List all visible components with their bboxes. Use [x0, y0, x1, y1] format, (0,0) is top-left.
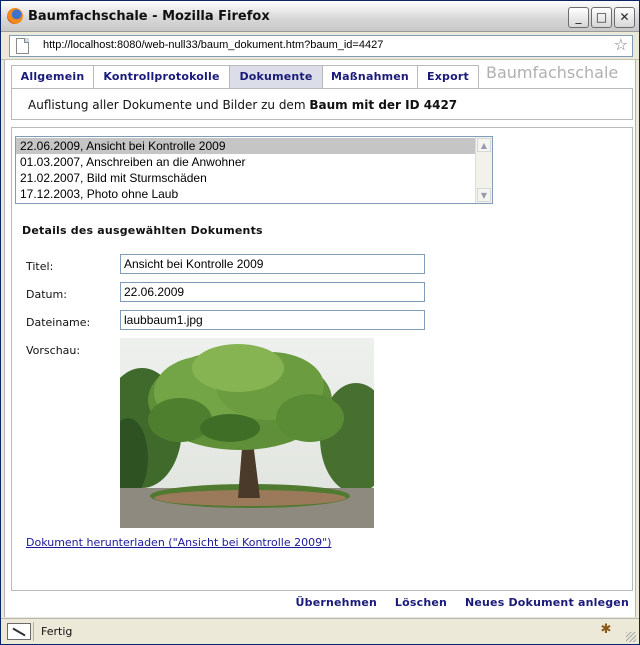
url-text[interactable]: http://localhost:8080/web-null33/baum_do…	[43, 39, 383, 51]
tab-allgemein[interactable]: Allgemein	[11, 65, 94, 88]
maximize-button[interactable]: □	[591, 7, 612, 28]
info-prefix: Auflistung aller Dokumente und Bilder zu…	[28, 98, 310, 112]
new-document-button[interactable]: Neues Dokument anlegen	[465, 596, 629, 609]
bookmark-star-icon[interactable]: ☆	[614, 36, 628, 54]
action-links: Übernehmen Löschen Neues Dokument anlege…	[282, 596, 630, 609]
url-bar[interactable]: http://localhost:8080/web-null33/baum_do…	[9, 35, 633, 57]
window-title: Baumfachschale - Mozilla Firefox	[28, 9, 270, 24]
tab-export[interactable]: Export	[417, 65, 479, 88]
page-icon	[16, 38, 29, 54]
preview-label: Vorschau:	[26, 344, 81, 357]
listbox-scrollbar[interactable]: ▲ ▼	[475, 137, 492, 203]
delete-button[interactable]: Löschen	[395, 596, 447, 609]
navigation-toolbar: http://localhost:8080/web-null33/baum_do…	[1, 32, 639, 60]
status-text: Fertig	[41, 625, 73, 638]
minimize-button[interactable]: _	[568, 7, 589, 28]
document-list-item[interactable]: 17.12.2003, Photo ohne Laub	[16, 186, 478, 202]
info-tree-id: Baum mit der ID 4427	[309, 98, 458, 112]
date-input[interactable]: 22.06.2009	[120, 282, 425, 302]
bug-icon[interactable]: ✱	[599, 623, 613, 637]
document-list-item[interactable]: 22.06.2009, Ansicht bei Kontrolle 2009	[16, 138, 478, 154]
brand-title: Baumfachschale	[486, 63, 619, 82]
status-separator	[33, 622, 34, 641]
status-bar: Fertig ✱	[1, 618, 639, 644]
info-bar: Auflistung aller Dokumente und Bilder zu…	[11, 88, 633, 120]
details-heading: Details des ausgewählten Dokuments	[22, 224, 263, 237]
filename-input[interactable]: laubbaum1.jpg	[120, 310, 425, 330]
title-input[interactable]: Ansicht bei Kontrolle 2009	[120, 254, 425, 274]
connection-icon	[7, 623, 31, 640]
apply-button[interactable]: Übernehmen	[296, 596, 378, 609]
document-panel: 22.06.2009, Ansicht bei Kontrolle 2009 0…	[11, 127, 633, 591]
firefox-icon	[7, 8, 23, 24]
browser-window: Baumfachschale - Mozilla Firefox _ □ ✕ h…	[0, 0, 640, 645]
close-button[interactable]: ✕	[614, 7, 635, 28]
tab-massnahmen[interactable]: Maßnahmen	[322, 65, 418, 88]
page-content: Allgemein Kontrollprotokolle Dokumente M…	[4, 60, 636, 617]
tab-dokumente[interactable]: Dokumente	[229, 65, 323, 88]
info-text: Auflistung aller Dokumente und Bilder zu…	[28, 98, 457, 112]
title-label: Titel:	[26, 260, 54, 273]
tab-kontrollprotokolle[interactable]: Kontrollprotokolle	[93, 65, 230, 88]
document-list-item[interactable]: 01.03.2007, Anschreiben an die Anwohner	[16, 154, 478, 170]
preview-image	[120, 338, 374, 528]
scroll-down-icon[interactable]: ▼	[477, 188, 491, 202]
document-list-item[interactable]: 21.02.2007, Bild mit Sturmschäden	[16, 170, 478, 186]
download-document-link[interactable]: Dokument herunterladen ("Ansicht bei Kon…	[26, 536, 331, 549]
filename-label: Dateiname:	[26, 316, 91, 329]
scroll-up-icon[interactable]: ▲	[477, 138, 491, 152]
date-label: Datum:	[26, 288, 67, 301]
document-listbox[interactable]: 22.06.2009, Ansicht bei Kontrolle 2009 0…	[15, 136, 493, 204]
resize-grip-icon[interactable]	[626, 632, 636, 642]
title-bar: Baumfachschale - Mozilla Firefox _ □ ✕	[1, 1, 639, 32]
